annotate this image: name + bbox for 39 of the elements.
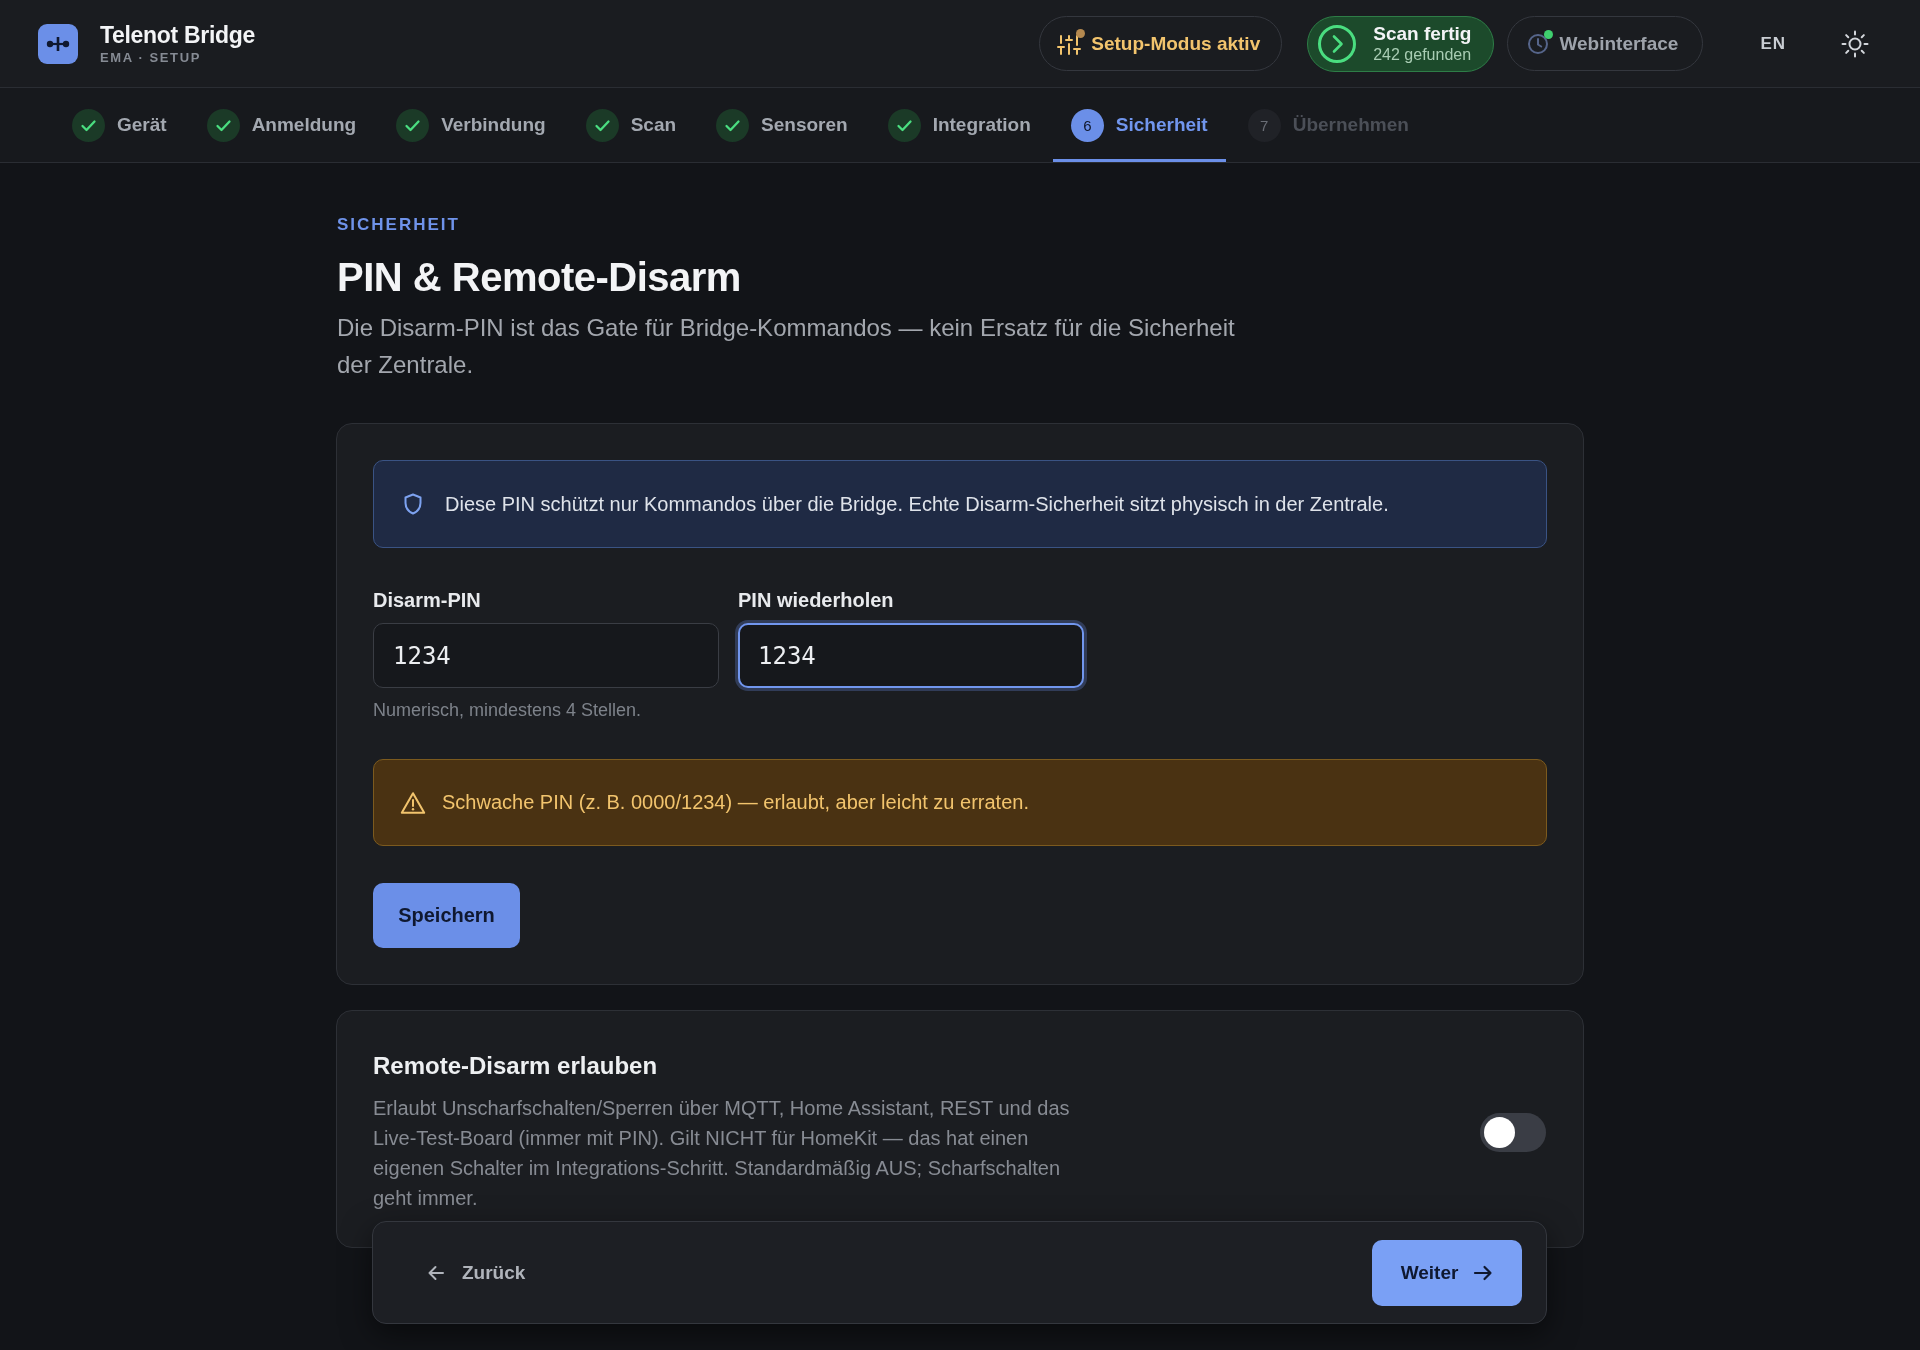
language-button[interactable]: EN — [1744, 23, 1802, 64]
back-button[interactable]: Zurück — [413, 1251, 540, 1294]
field-label: Disarm-PIN — [373, 588, 482, 612]
info-text: Diese PIN schützt nur Kommandos über die Bridge. Echte Disarm-Sicherheit sitzt physisch in der Zentrale. — [445, 492, 1389, 516]
step-number: 6 — [1070, 108, 1104, 142]
warning-text: Schwache PIN (z. B. 0000/1234) — erlaubt, aber leicht zu erraten. — [442, 791, 1029, 814]
chip-label: Setup-Modus aktiv — [1091, 32, 1261, 55]
arrow-right-icon — [1473, 1263, 1494, 1282]
chip-detail: 242 gefunden — [1373, 45, 1472, 64]
step-tab[interactable]: Sensoren — [698, 88, 866, 162]
toggle-switch[interactable] — [1480, 1112, 1546, 1152]
card-description: Erlaubt Unscharfschalten/Sperren über MQTT, Home Assistant, REST und das Live-Test-Board (immer mit PIN). Gilt NICHT für HomeKit — das hat einen eigenen Schalter im Integrations-Schritt. Standardmäßig AUS; Scharfschalten geht immer. — [373, 1096, 1071, 1211]
clock-icon — [1527, 32, 1550, 55]
chip-label: Webinterface — [1559, 32, 1679, 55]
step-tab[interactable]: 6 Sicherheit — [1052, 88, 1226, 162]
arrow-left-icon — [427, 1263, 445, 1282]
hint-text: Numerisch, mindestens 4 Stellen. — [373, 699, 643, 721]
chevron-circle-icon — [1317, 23, 1358, 64]
step-tab[interactable]: Integration — [869, 88, 1049, 162]
step-number: 7 — [1247, 108, 1281, 142]
app-title: Telenot Bridge — [100, 21, 256, 49]
pin-input[interactable]: 1234 — [373, 623, 719, 688]
page-description: Die Disarm-PIN ist das Gate für Bridge-Kommandos — kein Ersatz für die Sicherheit der Zentrale. — [336, 313, 1236, 380]
step-tab[interactable]: Anmeldung — [188, 88, 375, 162]
app-subtitle: EMA · SETUP — [100, 49, 202, 66]
warning-icon — [400, 790, 426, 815]
step-tab[interactable]: Verbindung — [378, 88, 564, 162]
card-title: Remote-Disarm erlauben — [373, 1051, 659, 1081]
pin-input[interactable]: 1234 — [738, 623, 1084, 688]
section-eyebrow: SICHERHEIT — [336, 215, 461, 235]
chip-label: Scan fertig — [1373, 23, 1472, 45]
sun-icon[interactable] — [1841, 29, 1869, 58]
save-button[interactable]: Speichern — [373, 883, 520, 948]
logo-icon — [38, 23, 78, 64]
next-button[interactable]: Weiter — [1372, 1239, 1522, 1306]
step-tab[interactable]: Scan — [567, 88, 695, 162]
step-tab[interactable]: Gerät — [54, 88, 185, 162]
field-label: PIN wiederholen — [738, 588, 895, 612]
page-title: PIN & Remote-Disarm — [336, 254, 742, 301]
